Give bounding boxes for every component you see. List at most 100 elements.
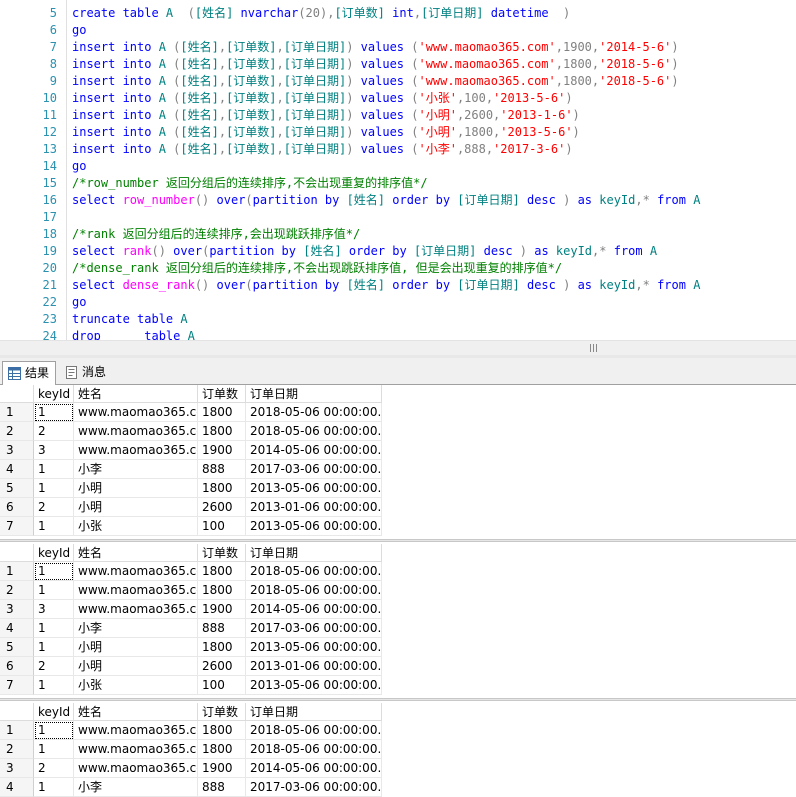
grid-cell[interactable]: 2 — [34, 498, 74, 517]
grid-cell[interactable]: 2 — [34, 759, 74, 778]
grid-separator[interactable] — [0, 698, 796, 701]
grid-cell[interactable]: 3 — [34, 441, 74, 460]
scrollbar-thumb-grip[interactable] — [582, 344, 606, 352]
row-number[interactable]: 4 — [0, 778, 34, 797]
grid-cell[interactable]: 2014-05-06 00:00:00.000 — [246, 441, 382, 460]
grid-cell[interactable]: 2018-05-06 00:00:00.000 — [246, 581, 382, 600]
grid-cell[interactable]: 1 — [34, 721, 74, 740]
row-number[interactable]: 1 — [0, 562, 34, 581]
grid-cell[interactable]: 2 — [34, 657, 74, 676]
grid-cell[interactable]: www.maomao365.com — [74, 721, 198, 740]
grid-cell[interactable]: www.maomao365.com — [74, 600, 198, 619]
grid-cell[interactable]: 3 — [34, 600, 74, 619]
grid-cell[interactable]: www.maomao365.com — [74, 740, 198, 759]
grid-cell[interactable]: 2013-01-06 00:00:00.000 — [246, 498, 382, 517]
grid-cell[interactable]: 2600 — [198, 657, 246, 676]
grid-cell[interactable]: 小李 — [74, 619, 198, 638]
row-number[interactable]: 7 — [0, 517, 34, 536]
grid-cell[interactable]: 888 — [198, 778, 246, 797]
horizontal-scrollbar[interactable] — [0, 340, 796, 355]
row-number[interactable]: 2 — [0, 581, 34, 600]
column-header[interactable]: 订单数 — [198, 703, 246, 721]
row-number[interactable]: 4 — [0, 619, 34, 638]
grid-cell[interactable]: 1 — [34, 676, 74, 695]
grid-cell[interactable]: 1 — [34, 562, 74, 581]
row-number[interactable]: 6 — [0, 657, 34, 676]
grid-cell[interactable]: 2013-05-06 00:00:00.000 — [246, 676, 382, 695]
grid-separator[interactable] — [0, 539, 796, 542]
grid-corner[interactable] — [0, 544, 34, 562]
grid-cell[interactable]: 2017-03-06 00:00:00.000 — [246, 778, 382, 797]
grid-cell[interactable]: www.maomao365.com — [74, 581, 198, 600]
grid-cell[interactable]: www.maomao365.com — [74, 403, 198, 422]
grid-cell[interactable]: 2018-05-06 00:00:00.000 — [246, 562, 382, 581]
sql-editor[interactable]: 5 create table A ([姓名] nvarchar(20),[订单数]… — [0, 0, 796, 340]
grid-cell[interactable]: 小明 — [74, 638, 198, 657]
grid-cell[interactable]: 2014-05-06 00:00:00.000 — [246, 600, 382, 619]
row-number[interactable]: 2 — [0, 422, 34, 441]
row-number[interactable]: 3 — [0, 759, 34, 778]
grid-cell[interactable]: 1800 — [198, 479, 246, 498]
grid-cell[interactable]: 1900 — [198, 759, 246, 778]
grid-cell[interactable]: www.maomao365.com — [74, 562, 198, 581]
grid-cell[interactable]: www.maomao365.com — [74, 441, 198, 460]
grid-cell[interactable]: 1800 — [198, 422, 246, 441]
grid-cell[interactable]: 小明 — [74, 657, 198, 676]
grid-cell[interactable]: 100 — [198, 676, 246, 695]
column-header[interactable]: 订单日期 — [246, 544, 382, 562]
row-number[interactable]: 3 — [0, 600, 34, 619]
grid-cell[interactable]: 小李 — [74, 778, 198, 797]
grid-corner[interactable] — [0, 385, 34, 403]
column-header[interactable]: keyId — [34, 544, 74, 562]
grid-cell[interactable]: www.maomao365.com — [74, 759, 198, 778]
grid-cell[interactable]: 1800 — [198, 562, 246, 581]
grid-cell[interactable]: 小张 — [74, 676, 198, 695]
grid-cell[interactable]: 小李 — [74, 460, 198, 479]
grid-cell[interactable]: 1 — [34, 460, 74, 479]
grid-cell[interactable]: 2017-03-06 00:00:00.000 — [246, 619, 382, 638]
grid-cell[interactable]: 2 — [34, 422, 74, 441]
row-number[interactable]: 4 — [0, 460, 34, 479]
column-header[interactable]: 姓名 — [74, 544, 198, 562]
column-header[interactable]: 订单日期 — [246, 703, 382, 721]
grid-cell[interactable]: 1 — [34, 619, 74, 638]
grid-cell[interactable]: 1800 — [198, 581, 246, 600]
column-header[interactable]: 订单数 — [198, 385, 246, 403]
grid-cell[interactable]: 2013-05-06 00:00:00.000 — [246, 638, 382, 657]
result-grid-1[interactable]: keyId姓名订单数订单日期11www.maomao365.com1800201… — [0, 385, 796, 537]
row-number[interactable]: 5 — [0, 479, 34, 498]
column-header[interactable]: 姓名 — [74, 385, 198, 403]
grid-cell[interactable]: 2014-05-06 00:00:00.000 — [246, 759, 382, 778]
column-header[interactable]: 订单数 — [198, 544, 246, 562]
row-number[interactable]: 1 — [0, 721, 34, 740]
grid-cell[interactable]: 2013-05-06 00:00:00.000 — [246, 479, 382, 498]
grid-cell[interactable]: 2018-05-06 00:00:00.000 — [246, 422, 382, 441]
grid-cell[interactable]: 小张 — [74, 517, 198, 536]
row-number[interactable]: 1 — [0, 403, 34, 422]
grid-cell[interactable]: 888 — [198, 460, 246, 479]
grid-corner[interactable] — [0, 703, 34, 721]
grid-cell[interactable]: 1900 — [198, 441, 246, 460]
row-number[interactable]: 3 — [0, 441, 34, 460]
grid-cell[interactable]: 1 — [34, 778, 74, 797]
grid-cell[interactable]: 2600 — [198, 498, 246, 517]
grid-cell[interactable]: 2018-05-06 00:00:00.000 — [246, 721, 382, 740]
grid-cell[interactable]: 1 — [34, 479, 74, 498]
grid-cell[interactable]: 小明 — [74, 479, 198, 498]
grid-cell[interactable]: 2018-05-06 00:00:00.000 — [246, 740, 382, 759]
tab-results[interactable]: 结果 — [2, 361, 56, 385]
column-header[interactable]: keyId — [34, 703, 74, 721]
row-number[interactable]: 6 — [0, 498, 34, 517]
grid-cell[interactable]: 100 — [198, 517, 246, 536]
column-header[interactable]: keyId — [34, 385, 74, 403]
grid-cell[interactable]: 1800 — [198, 721, 246, 740]
grid-cell[interactable]: 小明 — [74, 498, 198, 517]
row-number[interactable]: 2 — [0, 740, 34, 759]
grid-cell[interactable]: 1 — [34, 517, 74, 536]
grid-cell[interactable]: 2018-05-06 00:00:00.000 — [246, 403, 382, 422]
grid-cell[interactable]: 1 — [34, 581, 74, 600]
tab-messages[interactable]: 消息 — [60, 361, 116, 383]
grid-cell[interactable]: 888 — [198, 619, 246, 638]
grid-cell[interactable]: 2013-01-06 00:00:00.000 — [246, 657, 382, 676]
grid-cell[interactable]: 1 — [34, 403, 74, 422]
